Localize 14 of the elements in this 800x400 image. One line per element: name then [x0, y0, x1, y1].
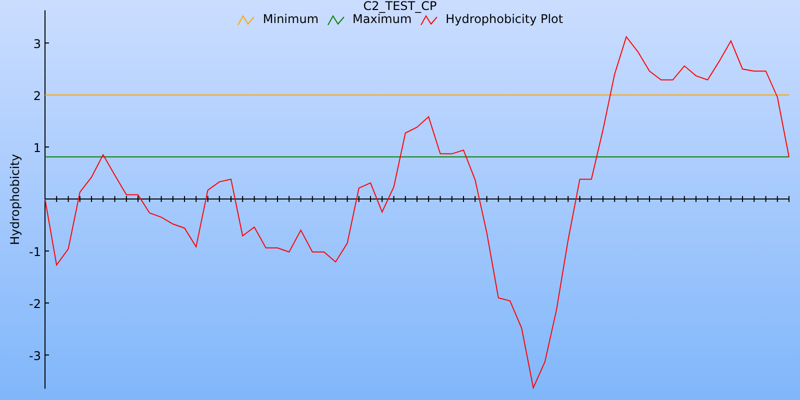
chart-title: C2_TEST_CP	[363, 0, 437, 13]
legend-line-icon	[326, 14, 345, 26]
y-tick-label: -1	[29, 245, 41, 259]
legend-label: Minimum	[262, 13, 319, 26]
legend-label: Hydrophobicity Plot	[446, 13, 564, 26]
y-tick-label: 2	[33, 89, 41, 103]
y-axis-title: Hydrophobicity	[8, 154, 22, 246]
y-tick-label: 1	[33, 141, 41, 155]
y-tick-label: 3	[33, 37, 41, 51]
y-tick-label: -3	[29, 349, 41, 363]
legend-label: Maximum	[352, 13, 412, 26]
legend-line-icon	[236, 14, 255, 26]
y-tick-label: -2	[29, 297, 41, 311]
legend-line-icon	[420, 14, 438, 26]
